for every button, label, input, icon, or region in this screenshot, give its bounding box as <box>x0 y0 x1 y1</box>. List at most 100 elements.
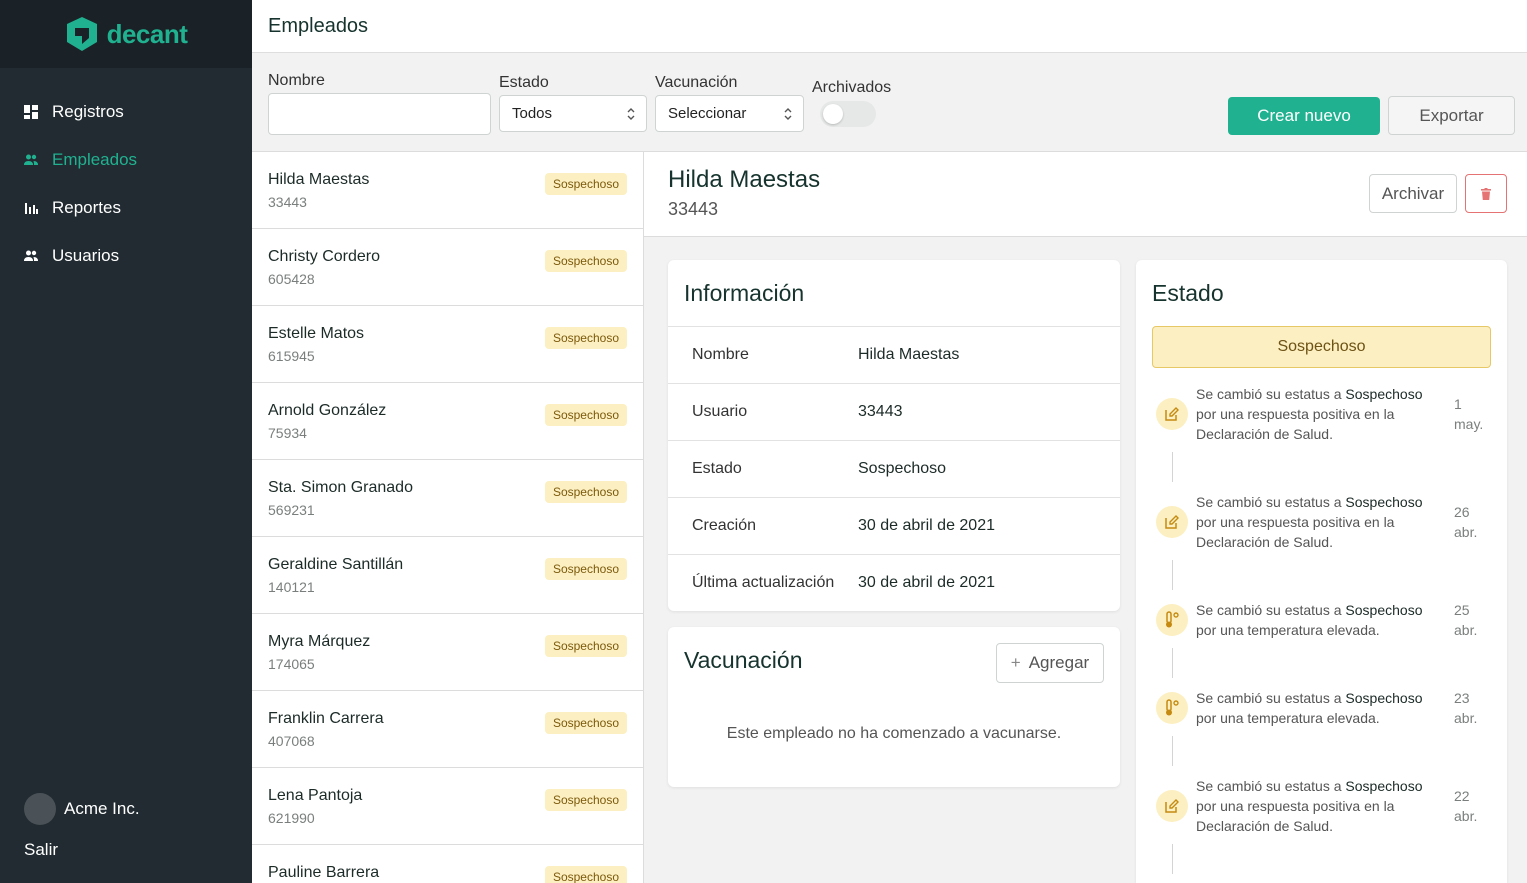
timeline-connector <box>1172 648 1173 678</box>
name-filter-input[interactable] <box>268 93 491 135</box>
add-button-label: Agregar <box>1028 653 1090 672</box>
sidebar-item-empleados[interactable]: Empleados <box>0 136 252 184</box>
timeline-connector <box>1172 736 1173 766</box>
archive-button[interactable]: Archivar <box>1369 174 1457 213</box>
edit-icon <box>1156 398 1188 430</box>
status-badge: Sospechoso <box>544 789 627 811</box>
add-vaccination-button[interactable]: + Agregar <box>996 643 1104 683</box>
page-title: Empleados <box>268 14 369 37</box>
employee-detail-name: Hilda Maestas <box>668 166 821 193</box>
employee-name: Arnold González <box>268 402 387 419</box>
timeline-date: 26 abr. <box>1454 504 1478 540</box>
timeline-text: Se cambió su estatus a Sospechoso por un… <box>1196 778 1423 834</box>
employee-list: Hilda Maestas 33443 Sospechoso Christy C… <box>252 152 644 883</box>
sidebar-item-usuarios[interactable]: Usuarios <box>0 232 252 280</box>
plus-icon: + <box>1010 653 1021 672</box>
info-key: Nombre <box>692 346 749 363</box>
info-row: Última actualización 30 de abril de 2021 <box>668 554 1120 611</box>
info-key: Última actualización <box>692 574 835 591</box>
updown-chevron-icon <box>784 108 792 120</box>
status-card-title: Estado <box>1152 280 1224 306</box>
status-badge: Sospechoso <box>544 558 627 580</box>
grid-icon <box>24 105 38 119</box>
sidebar-nav: Registros Empleados Reportes Usuarios <box>0 68 252 280</box>
sidebar-footer: Acme Inc. Salir <box>24 793 234 883</box>
vaccination-card-title: Vacunación <box>684 647 803 673</box>
edit-icon <box>1156 790 1188 822</box>
list-item[interactable]: Christy Cordero 605428 Sospechoso <box>252 229 643 306</box>
status-card: Estado Sospechoso Se cambió su estatus a… <box>1136 260 1507 883</box>
employee-id: 174065 <box>268 656 315 672</box>
trash-icon <box>1481 187 1491 200</box>
info-row: Usuario 33443 <box>668 383 1120 440</box>
list-item[interactable]: Lena Pantoja 621990 Sospechoso <box>252 768 643 845</box>
timeline-item: Se cambió su estatus a Sospechoso por un… <box>1152 384 1491 444</box>
timeline-text: Se cambió su estatus a Sospechoso por un… <box>1196 602 1423 638</box>
list-item[interactable]: Estelle Matos 615945 Sospechoso <box>252 306 643 383</box>
sidebar-item-registros[interactable]: Registros <box>0 88 252 136</box>
decant-logo-icon <box>66 17 97 51</box>
employee-name: Franklin Carrera <box>268 710 384 727</box>
status-filter-label: Estado <box>499 74 549 91</box>
status-badge: Sospechoso <box>544 481 627 503</box>
employee-name: Myra Márquez <box>268 633 371 650</box>
timeline-date: 22 abr. <box>1454 788 1478 824</box>
sidebar-item-label: Reportes <box>52 198 121 217</box>
archived-toggle[interactable] <box>820 101 876 127</box>
timeline-date: 1 may. <box>1454 396 1484 432</box>
people-icon <box>24 154 38 165</box>
info-key: Creación <box>692 517 757 534</box>
list-item[interactable]: Franklin Carrera 407068 Sospechoso <box>252 691 643 768</box>
list-item[interactable]: Hilda Maestas 33443 Sospechoso <box>252 152 643 229</box>
employee-name: Estelle Matos <box>268 325 365 342</box>
vaccination-empty-message: Este empleado no ha comenzado a vacunars… <box>726 725 1062 742</box>
vaccination-filter-select[interactable]: Seleccionar <box>655 95 804 132</box>
org-name: Acme Inc. <box>64 799 140 818</box>
list-item[interactable]: Pauline Barrera Sospechoso <box>252 845 643 883</box>
employee-name: Hilda Maestas <box>268 171 370 188</box>
logout-link[interactable]: Salir <box>24 839 234 883</box>
list-item[interactable]: Geraldine Santillán 140121 Sospechoso <box>252 537 643 614</box>
employee-detail-id: 33443 <box>668 199 719 219</box>
vaccination-filter-value: Seleccionar <box>668 105 747 122</box>
avatar <box>24 793 56 825</box>
employee-id: 407068 <box>268 733 315 749</box>
employee-id: 75934 <box>268 425 307 441</box>
delete-button[interactable] <box>1465 174 1507 213</box>
employee-id: 605428 <box>268 271 315 287</box>
list-item[interactable]: Sta. Simon Granado 569231 Sospechoso <box>252 460 643 537</box>
status-filter-select[interactable]: Todos <box>499 95 647 132</box>
employee-id: 569231 <box>268 502 315 518</box>
brand[interactable]: decant <box>0 0 252 68</box>
timeline-text: Se cambió su estatus a Sospechoso por un… <box>1196 386 1423 442</box>
vaccination-card: Vacunación + Agregar Este empleado no ha… <box>668 627 1120 787</box>
list-item[interactable]: Arnold González 75934 Sospechoso <box>252 383 643 460</box>
status-badge: Sospechoso <box>544 635 627 657</box>
employee-id: 615945 <box>268 348 315 364</box>
org-switcher[interactable]: Acme Inc. <box>24 793 234 825</box>
topbar: Empleados <box>252 0 1527 53</box>
bar-chart-icon <box>25 203 38 214</box>
list-item[interactable]: Myra Márquez 174065 Sospechoso <box>252 614 643 691</box>
timeline-text: Se cambió su estatus a Sospechoso por un… <box>1196 494 1423 550</box>
sidebar-item-reportes[interactable]: Reportes <box>0 184 252 232</box>
timeline-date: 25 abr. <box>1454 602 1478 638</box>
employee-name: Pauline Barrera <box>268 864 380 881</box>
status-badge: Sospechoso <box>544 250 627 272</box>
employee-name: Sta. Simon Granado <box>268 479 413 496</box>
sidebar: decant Registros Empleados Reportes Usua… <box>0 0 252 883</box>
employee-detail-header: Hilda Maestas 33443 Archivar <box>644 152 1527 237</box>
export-button[interactable]: Exportar <box>1388 96 1515 135</box>
info-row: Nombre Hilda Maestas <box>668 326 1120 383</box>
status-badge: Sospechoso <box>544 327 627 349</box>
info-value: Sospechoso <box>858 460 947 477</box>
sidebar-item-label: Empleados <box>52 150 138 169</box>
status-filter-value: Todos <box>512 105 553 122</box>
create-new-button[interactable]: Crear nuevo <box>1228 97 1380 135</box>
info-card: Información Nombre Hilda Maestas Usuario… <box>668 260 1120 611</box>
timeline-item: Se cambió su estatus a Sospechoso por un… <box>1152 688 1491 728</box>
status-badge: Sospechoso <box>544 404 627 426</box>
updown-chevron-icon <box>627 108 635 120</box>
employee-id: 621990 <box>268 810 315 826</box>
timeline-text: Se cambió su estatus a Sospechoso por un… <box>1196 690 1423 726</box>
